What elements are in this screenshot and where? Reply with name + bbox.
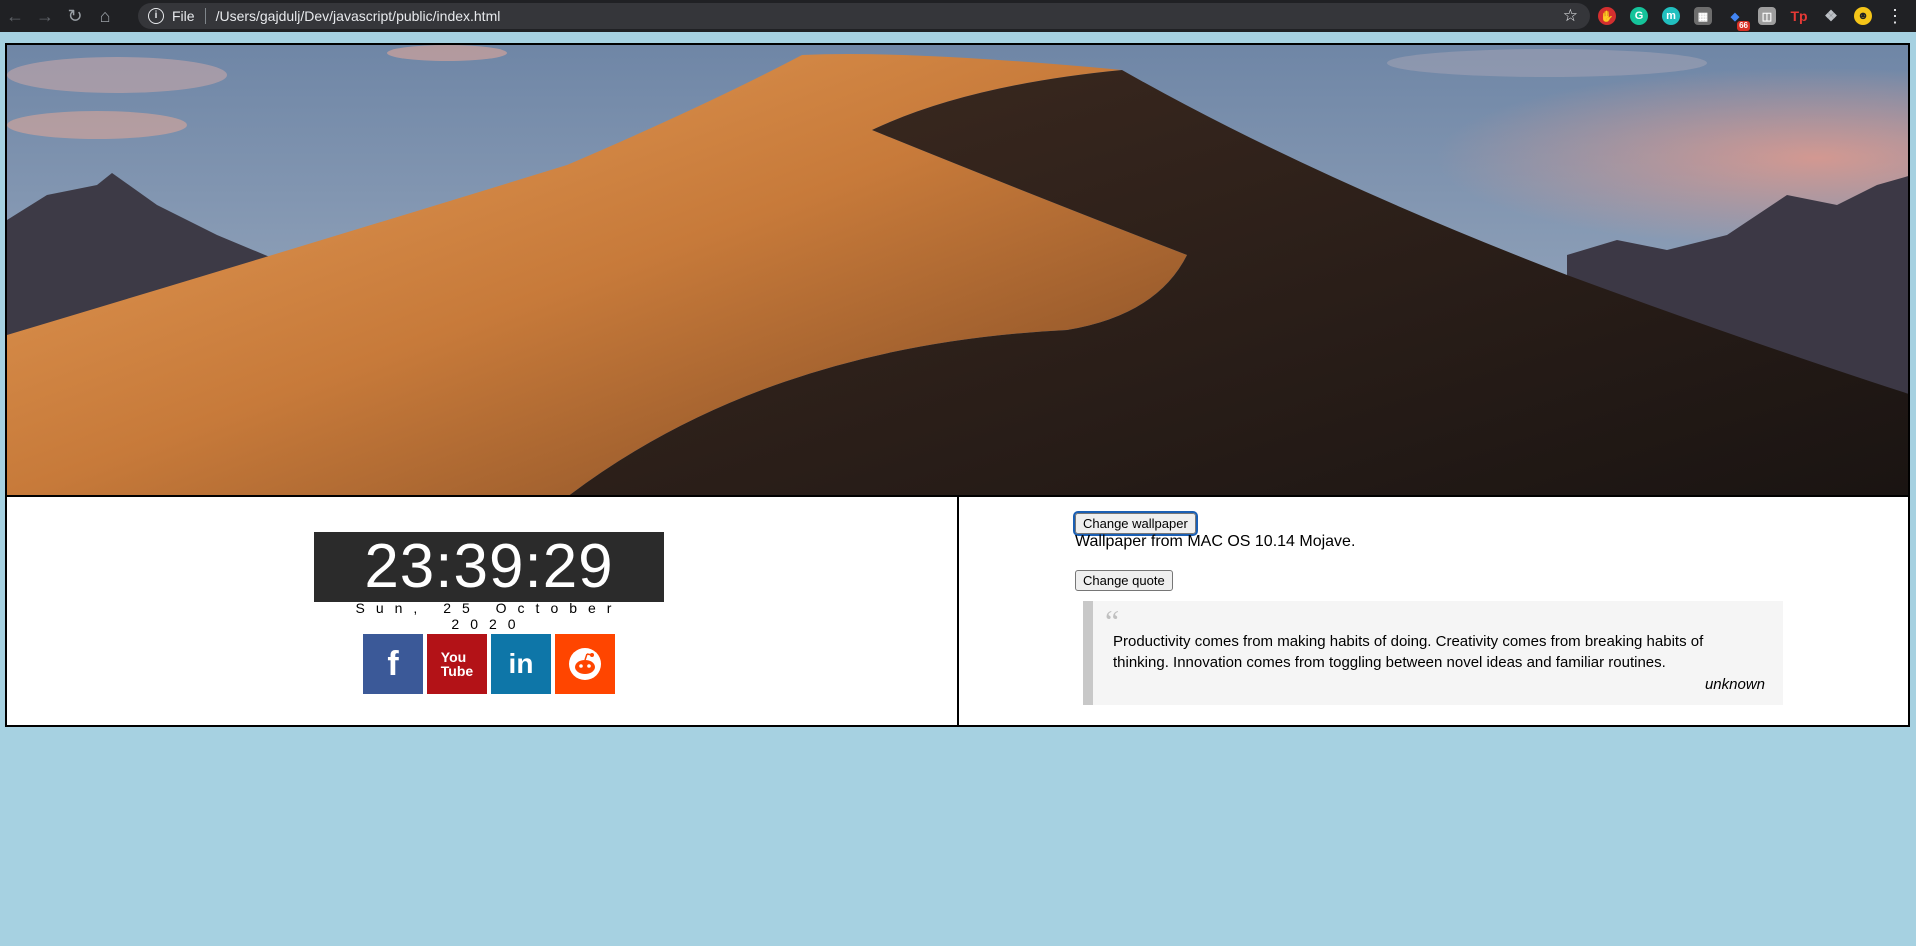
digital-clock: 23:39:29 xyxy=(314,532,664,602)
info-icon[interactable]: i xyxy=(148,8,164,24)
wallpaper-image xyxy=(5,43,1910,495)
omnibox-divider xyxy=(204,8,206,24)
youtube-link[interactable]: You Tube xyxy=(427,634,487,694)
bookmark-extension-icon[interactable]: ◆ 66 xyxy=(1726,7,1750,31)
extensions-bar: ✋ G m ▦ ◆ 66 ◫ Tp ❖ ☻ ⋮ xyxy=(1598,0,1904,32)
browser-menu-icon[interactable]: ⋮ xyxy=(1886,6,1904,27)
url-text[interactable]: /Users/gajdulj/Dev/javascript/public/ind… xyxy=(216,8,501,24)
content-panels: 23:39:29 Sun, 25 October 2020 f You Tube… xyxy=(5,495,1910,727)
mojave-dune-illustration xyxy=(7,45,1908,495)
tp-extension-icon[interactable]: Tp xyxy=(1790,7,1808,25)
forward-icon[interactable]: → xyxy=(30,0,60,32)
home-icon[interactable]: ⌂ xyxy=(90,0,120,32)
profile-avatar[interactable]: ☻ xyxy=(1854,7,1872,25)
facebook-link[interactable]: f xyxy=(363,634,423,694)
quote-text: Productivity comes from making habits of… xyxy=(1113,633,1704,671)
grid-extension-icon[interactable]: ◫ xyxy=(1758,7,1776,25)
facebook-icon: f xyxy=(387,644,399,683)
reddit-icon xyxy=(569,648,601,680)
quote-author: unknown xyxy=(1704,676,1765,693)
grammarly-extension-icon[interactable]: G xyxy=(1630,7,1648,25)
clock-panel: 23:39:29 Sun, 25 October 2020 f You Tube… xyxy=(7,497,959,725)
extensions-puzzle-icon[interactable]: ❖ xyxy=(1822,7,1840,25)
extension-badge: 66 xyxy=(1737,21,1750,31)
clock-date: Sun, 25 October 2020 xyxy=(355,600,623,632)
social-links: f You Tube in xyxy=(363,634,619,694)
address-bar[interactable]: i File /Users/gajdulj/Dev/javascript/pub… xyxy=(138,3,1590,29)
reddit-link[interactable] xyxy=(555,634,615,694)
linkedin-link[interactable]: in xyxy=(491,634,551,694)
file-label: File xyxy=(172,8,195,24)
change-wallpaper-button[interactable]: Change wallpaper xyxy=(1073,511,1198,536)
youtube-icon: You Tube xyxy=(441,650,473,678)
reload-icon[interactable]: ↻ xyxy=(60,0,90,32)
bookmark-star-icon[interactable]: ☆ xyxy=(1563,6,1578,26)
browser-toolbar: ← → ↻ ⌂ i File /Users/gajdulj/Dev/javasc… xyxy=(0,0,1916,32)
m-extension-icon[interactable]: m xyxy=(1662,7,1680,25)
linkedin-icon: in xyxy=(508,648,534,679)
change-quote-button[interactable]: Change quote xyxy=(1075,570,1173,591)
wallpaper-quote-panel: Change wallpaper Wallpaper from MAC OS 1… xyxy=(959,497,1908,725)
wallpaper-caption: Wallpaper from MAC OS 10.14 Mojave. xyxy=(1075,533,1356,550)
puzzle-extension-icon[interactable]: ▦ xyxy=(1694,7,1712,25)
adblock-extension-icon[interactable]: ✋ xyxy=(1598,7,1616,25)
quote-blockquote: “ Productivity comes from making habits … xyxy=(1083,601,1783,705)
youtube-label-bottom: Tube xyxy=(440,663,474,679)
back-icon[interactable]: ← xyxy=(0,0,30,32)
